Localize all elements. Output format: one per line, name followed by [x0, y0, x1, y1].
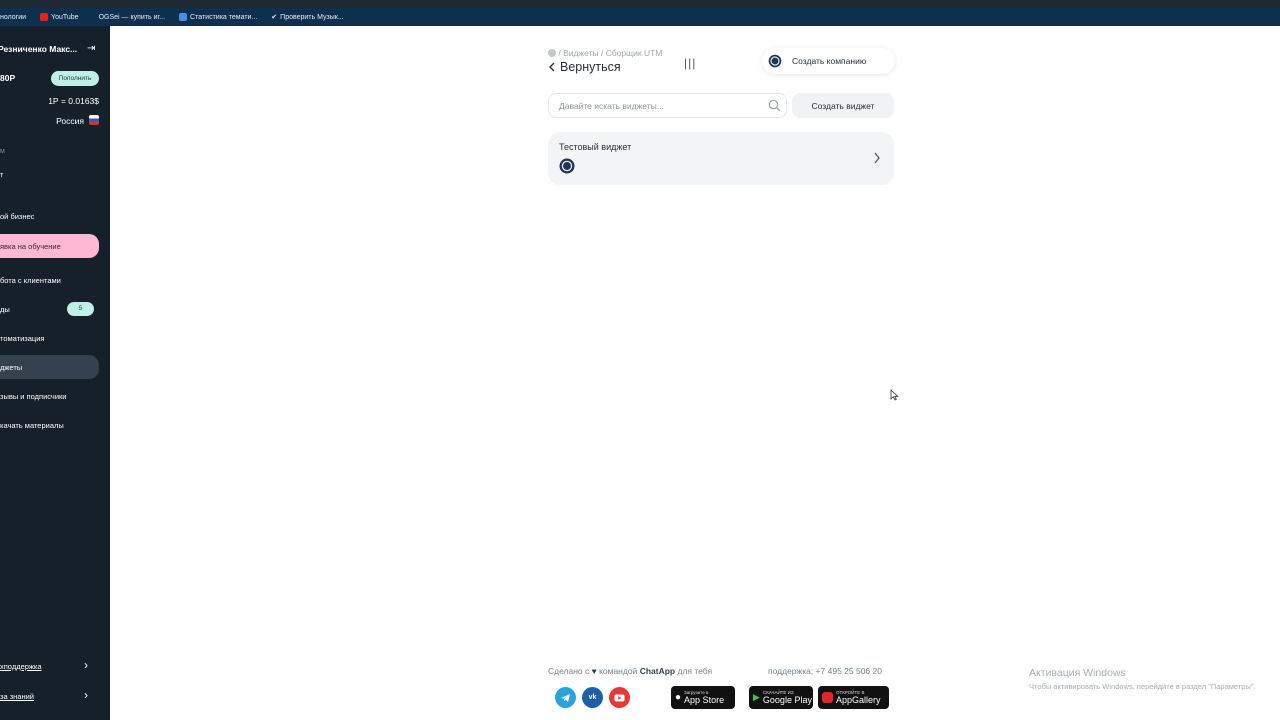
bookmarks-bar: нологии YouTube OGSei — купить иг... Ста…	[0, 8, 1280, 26]
youtube-icon[interactable]	[609, 687, 630, 708]
home-icon[interactable]	[548, 49, 556, 57]
apple-icon: ●	[675, 692, 682, 703]
stats-icon	[179, 13, 188, 21]
sidebar: Резниченко Макс... ⇥ 80Р Пополнить 1Р = …	[0, 26, 110, 720]
mouse-cursor-icon	[890, 389, 899, 401]
bookmark-item[interactable]: YouTube	[40, 13, 79, 21]
topup-button[interactable]: Пополнить	[51, 71, 99, 86]
sidebar-item-clients[interactable]: бота с клиентами	[0, 270, 110, 290]
heart-icon: ♥	[591, 666, 597, 676]
exchange-rate: 1Р = 0.0163$	[48, 96, 99, 106]
widget-card[interactable]: Тестовый виджет	[548, 132, 894, 185]
russia-flag-icon	[89, 115, 99, 125]
widget-logo-icon	[768, 54, 782, 68]
balance: 80Р	[0, 73, 16, 83]
sidebar-item-automation[interactable]: томатизация	[0, 328, 110, 348]
app-store-badge[interactable]: ● Загрузите в App Store	[671, 686, 735, 709]
search-input[interactable]: Давайте искать виджеты...	[548, 93, 787, 118]
appgallery-badge[interactable]: ОТКРОЙТЕ В AppGallery	[818, 686, 889, 709]
section-label: м	[0, 148, 5, 155]
main-content: / Виджеты / Сборщик UTM Вернуться ||| Со…	[110, 26, 1280, 720]
bookmark-item[interactable]: Статистика темати...	[179, 13, 257, 21]
browser-address-bar	[0, 0, 1280, 8]
widget-logo-icon	[559, 158, 575, 174]
telegram-icon[interactable]	[555, 687, 576, 708]
youtube-icon	[40, 13, 49, 21]
vk-icon[interactable]: vk	[582, 687, 603, 708]
chevron-left-icon	[549, 62, 555, 72]
check-icon: ✔	[271, 14, 278, 21]
sidebar-item-training[interactable]: явка на обучение	[0, 234, 99, 258]
create-widget-button[interactable]: Создать виджет	[792, 93, 894, 118]
sidebar-item-business[interactable]: ой бизнес	[0, 206, 110, 226]
support-phone[interactable]: поддержка: +7 495 25 506 20	[768, 666, 882, 676]
sidebar-item-widgets[interactable]: джеты	[0, 355, 99, 379]
bookmark-item[interactable]: нологии	[0, 14, 26, 21]
huawei-icon	[822, 692, 833, 703]
chevron-right-icon: ›	[84, 658, 88, 672]
chevron-right-icon	[874, 152, 880, 164]
widget-card-title: Тестовый виджет	[559, 142, 632, 152]
play-icon: ▶	[753, 692, 760, 702]
sidebar-item-cabinet[interactable]: т	[0, 164, 110, 184]
drag-handle-icon[interactable]: |||	[684, 56, 696, 70]
logout-icon[interactable]: ⇥	[87, 43, 95, 54]
back-button[interactable]: Вернуться	[548, 60, 621, 74]
activation-subtitle: Чтобы активировать Windows, перейдите в …	[1029, 682, 1256, 691]
search-icon[interactable]	[768, 99, 781, 112]
sidebar-item-knowledge[interactable]: за знаний	[0, 686, 110, 706]
activation-title: Активация Windows	[1029, 667, 1126, 679]
leads-count-badge: 5	[67, 302, 94, 316]
sidebar-item-reviews[interactable]: зывы и подписчики	[0, 386, 110, 406]
breadcrumb: / Виджеты / Сборщик UTM	[548, 48, 662, 58]
google-play-badge[interactable]: ▶ СКАЧАЙТЕ ИЗ Google Play	[749, 686, 813, 709]
bookmark-item[interactable]: ✔ Проверить Музык...	[271, 13, 343, 22]
footer-credits: Сделано с ♥ командой ChatApp для тебя	[548, 666, 713, 676]
windows-activation-watermark: Активация Windows Чтобы активировать Win…	[1029, 667, 1256, 691]
create-company-button[interactable]: Создать компанию	[762, 48, 895, 74]
country-label: Россия	[56, 116, 84, 126]
bookmark-item[interactable]: OGSei — купить иг...	[99, 14, 165, 21]
sidebar-item-support[interactable]: хподдержка	[0, 656, 110, 676]
sidebar-item-materials[interactable]: качать материалы	[0, 415, 110, 435]
user-name: Резниченко Макс...	[0, 44, 78, 54]
chevron-right-icon: ›	[84, 688, 88, 702]
